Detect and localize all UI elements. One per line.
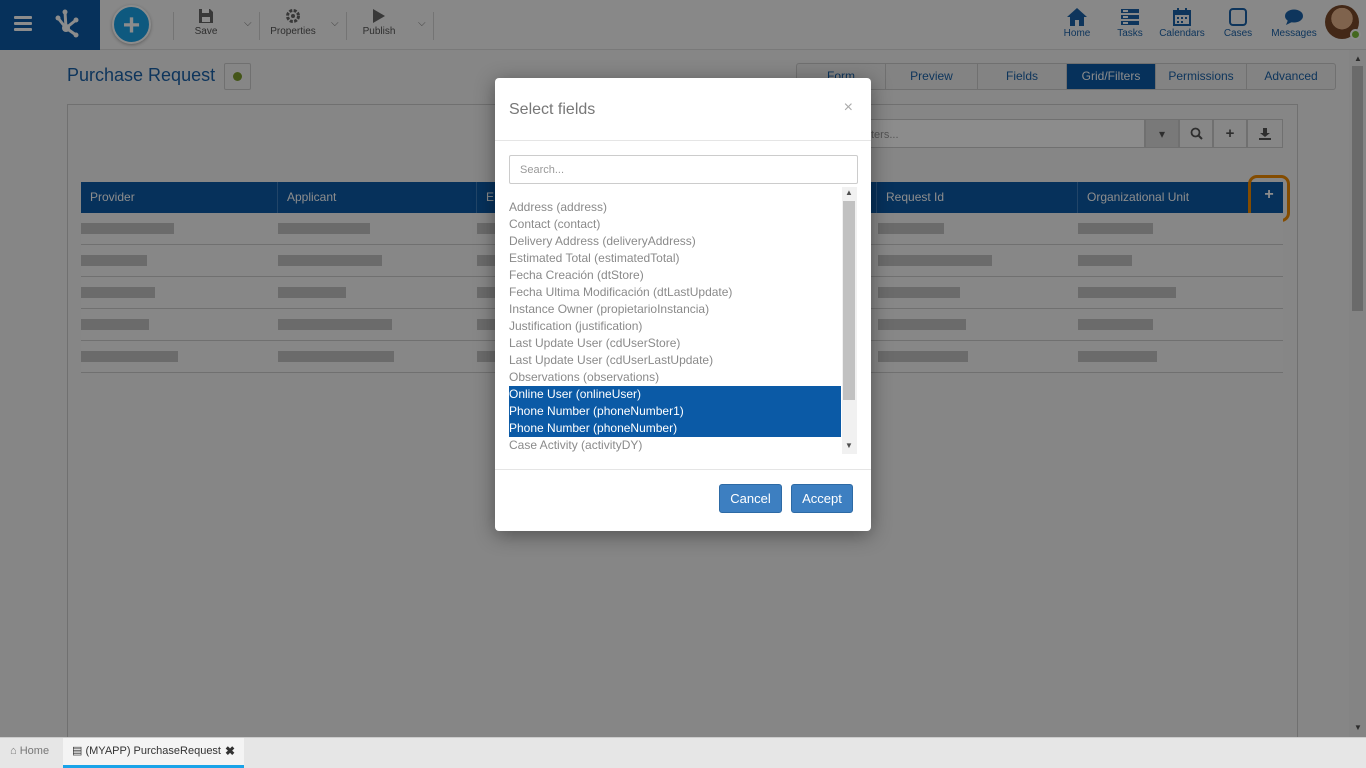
cancel-button[interactable]: Cancel (719, 484, 782, 513)
bottom-taskbar: ⌂ Home ▤ (MYAPP) PurchaseRequest ✖ (0, 737, 1366, 768)
dialog-divider (495, 140, 871, 141)
close-tab-icon[interactable]: ✖ (225, 738, 235, 764)
home-icon: ⌂ (10, 745, 17, 757)
field-option[interactable]: Case Activity (activityDY) (509, 437, 841, 454)
field-option[interactable]: Observations (observations) (509, 369, 841, 386)
field-option[interactable]: Fecha Creación (dtStore) (509, 267, 841, 284)
accept-button[interactable]: Accept (791, 484, 853, 513)
field-list-scrollbar[interactable]: ▲ ▼ (842, 187, 857, 454)
field-option[interactable]: Address (address) (509, 199, 841, 216)
field-option[interactable]: Online User (onlineUser) (509, 386, 841, 403)
scroll-down-arrow-icon[interactable]: ▼ (845, 441, 853, 450)
field-option[interactable]: Phone Number (phoneNumber) (509, 420, 841, 437)
dialog-divider (495, 469, 871, 470)
field-option[interactable]: Justification (justification) (509, 318, 841, 335)
select-fields-dialog: Select fields × Search... Address (addre… (495, 78, 871, 531)
field-option[interactable]: Last Update User (cdUserLastUpdate) (509, 352, 841, 369)
scroll-up-arrow-icon[interactable]: ▲ (845, 188, 853, 197)
field-search-input[interactable]: Search... (509, 155, 858, 184)
taskbar-tab[interactable]: ▤ (MYAPP) PurchaseRequest (63, 738, 244, 768)
scrollbar-thumb[interactable] (843, 201, 855, 400)
field-option[interactable]: Delivery Address (deliveryAddress) (509, 233, 841, 250)
taskbar-home-label: Home (19, 745, 50, 757)
taskbar-tab-label: (MYAPP) PurchaseRequest (85, 745, 221, 757)
field-option[interactable]: Phone Number (phoneNumber1) (509, 403, 841, 420)
field-list[interactable]: Address (address) Contact (contact) Delive… (509, 199, 841, 454)
field-option[interactable]: Contact (contact) (509, 216, 841, 233)
field-option[interactable]: Instance Owner (propietarioInstancia) (509, 301, 841, 318)
document-icon: ▤ (72, 745, 83, 757)
taskbar-home[interactable]: ⌂ Home (0, 738, 62, 768)
field-option[interactable]: Last Update User (cdUserStore) (509, 335, 841, 352)
field-option[interactable]: Estimated Total (estimatedTotal) (509, 250, 841, 267)
dialog-title: Select fields (509, 101, 596, 118)
close-icon[interactable]: × (844, 99, 853, 117)
field-option[interactable]: Fecha Ultima Modificación (dtLastUpdate) (509, 284, 841, 301)
